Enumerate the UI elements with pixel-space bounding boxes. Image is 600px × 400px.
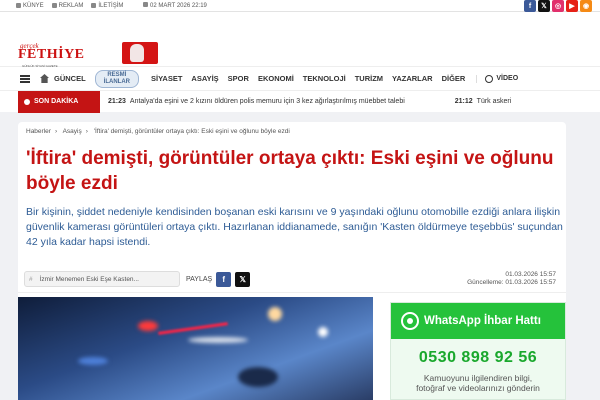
share-label: PAYLAŞ <box>186 275 213 283</box>
social-links: f 𝕏 ◎ ▶ ◉ <box>524 0 592 12</box>
article-summary: Bir kişinin, şiddet nedeniyle kendisinde… <box>26 206 563 248</box>
home-icon[interactable] <box>40 74 49 83</box>
megaphone-icon <box>51 3 57 8</box>
nav-yazarlar[interactable]: YAZARLAR <box>392 74 433 83</box>
breadcrumb-haberler[interactable]: Haberler <box>26 128 51 135</box>
nav-turizm[interactable]: TURİZM <box>355 74 383 83</box>
portrait-emblem-icon <box>130 44 144 62</box>
facebook-icon[interactable]: f <box>524 0 536 12</box>
breadcrumb-asayis[interactable]: Asayiş <box>63 128 82 135</box>
mail-icon <box>91 3 97 8</box>
kunye-link[interactable]: KÜNYE <box>16 3 44 9</box>
ticker-item[interactable]: 21:12 Türk askeri <box>455 98 512 105</box>
article-title: 'İftira' demişti, görüntüler ortaya çıkt… <box>26 148 554 194</box>
breadcrumb-current: 'İftira' demişti, görüntüler ortaya çıkt… <box>93 128 290 135</box>
divider <box>18 292 566 293</box>
nav-siyaset[interactable]: SİYASET <box>151 74 182 83</box>
nav-spor[interactable]: SPOR <box>228 74 249 83</box>
article-container: Haberler › Asayiş › 'İftira' demişti, görü… <box>18 122 566 400</box>
breaking-news-label: SON DAKİKA <box>18 90 100 113</box>
share-facebook-icon[interactable]: f <box>216 271 232 287</box>
share-x-icon[interactable]: 𝕏 <box>235 271 251 287</box>
whatsapp-phone[interactable]: 0530 898 92 56 <box>391 349 565 367</box>
share-bar: PAYLAŞ f 𝕏 <box>186 271 251 287</box>
hamburger-menu-icon[interactable] <box>20 74 30 83</box>
publish-date: 01.03.2026 15:57 <box>505 271 556 278</box>
nav-asayis[interactable]: ASAYİŞ <box>191 74 218 83</box>
nav-diger[interactable]: DİĞER <box>442 74 466 83</box>
nav-resmi-ilanlar[interactable]: RESMİ İLANLAR <box>94 69 140 88</box>
breaking-news-bar: SON DAKİKA 21:23 Antalya'da eşini ve 2 kı… <box>0 90 600 113</box>
nav-guncel[interactable]: GÜNCEL <box>54 74 86 83</box>
alert-icon <box>24 98 30 105</box>
site-logo[interactable]: gerçek FETHİYE GÜNLÜK SİYASİ GAZETE <box>18 42 158 72</box>
ticker-item[interactable]: 21:23 Antalya'da eşini ve 2 kızını öldüre… <box>108 98 405 105</box>
updated-label: Güncelleme: <box>467 279 504 286</box>
nav-video[interactable]: VİDEO <box>476 74 518 83</box>
youtube-icon[interactable]: ▶ <box>566 0 578 12</box>
rss-icon[interactable]: ◉ <box>580 0 592 12</box>
article-dates: 01.03.2026 15:57 Güncelleme: 01.03.2026 … <box>467 271 556 287</box>
reklam-link[interactable]: REKLAM <box>51 3 83 9</box>
clock-icon <box>143 2 149 7</box>
instagram-icon[interactable]: ◎ <box>552 0 564 12</box>
whatsapp-icon <box>401 312 419 330</box>
breaking-news-ticker: 21:23 Antalya'da eşini ve 2 kızını öldüre… <box>100 98 511 105</box>
whatsapp-header: WhatsApp İhbar Hattı <box>391 303 565 339</box>
article-image[interactable] <box>18 297 373 400</box>
breadcrumb: Haberler › Asayiş › 'İftira' demişti, görü… <box>26 128 290 135</box>
play-circle-icon <box>485 74 494 83</box>
hashtag-icon: # <box>29 275 33 283</box>
top-bar: KÜNYE REKLAM İLETİŞİM 02 MART 2026 22:19… <box>0 0 600 12</box>
site-header: gerçek FETHİYE GÜNLÜK SİYASİ GAZETE <box>0 12 600 68</box>
whatsapp-description: Kamuoyunu ilgilendiren bilgi, fotoğraf ve… <box>416 373 540 393</box>
nav-ekonomi[interactable]: EKONOMİ <box>258 74 294 83</box>
tag-link[interactable]: # İzmir Menemen Eski Eşe Kasten... <box>24 271 180 287</box>
iletisim-link[interactable]: İLETİŞİM <box>91 3 123 9</box>
updated-date: 01.03.2026 15:57 <box>505 279 556 286</box>
nav-teknoloji[interactable]: TEKNOLOJİ <box>303 74 346 83</box>
whatsapp-tip-box[interactable]: WhatsApp İhbar Hattı 0530 898 92 56 Kamu… <box>390 302 566 400</box>
x-icon[interactable]: 𝕏 <box>538 0 550 12</box>
info-icon <box>16 3 21 8</box>
current-date: 02 MART 2026 22:19 <box>143 2 207 9</box>
